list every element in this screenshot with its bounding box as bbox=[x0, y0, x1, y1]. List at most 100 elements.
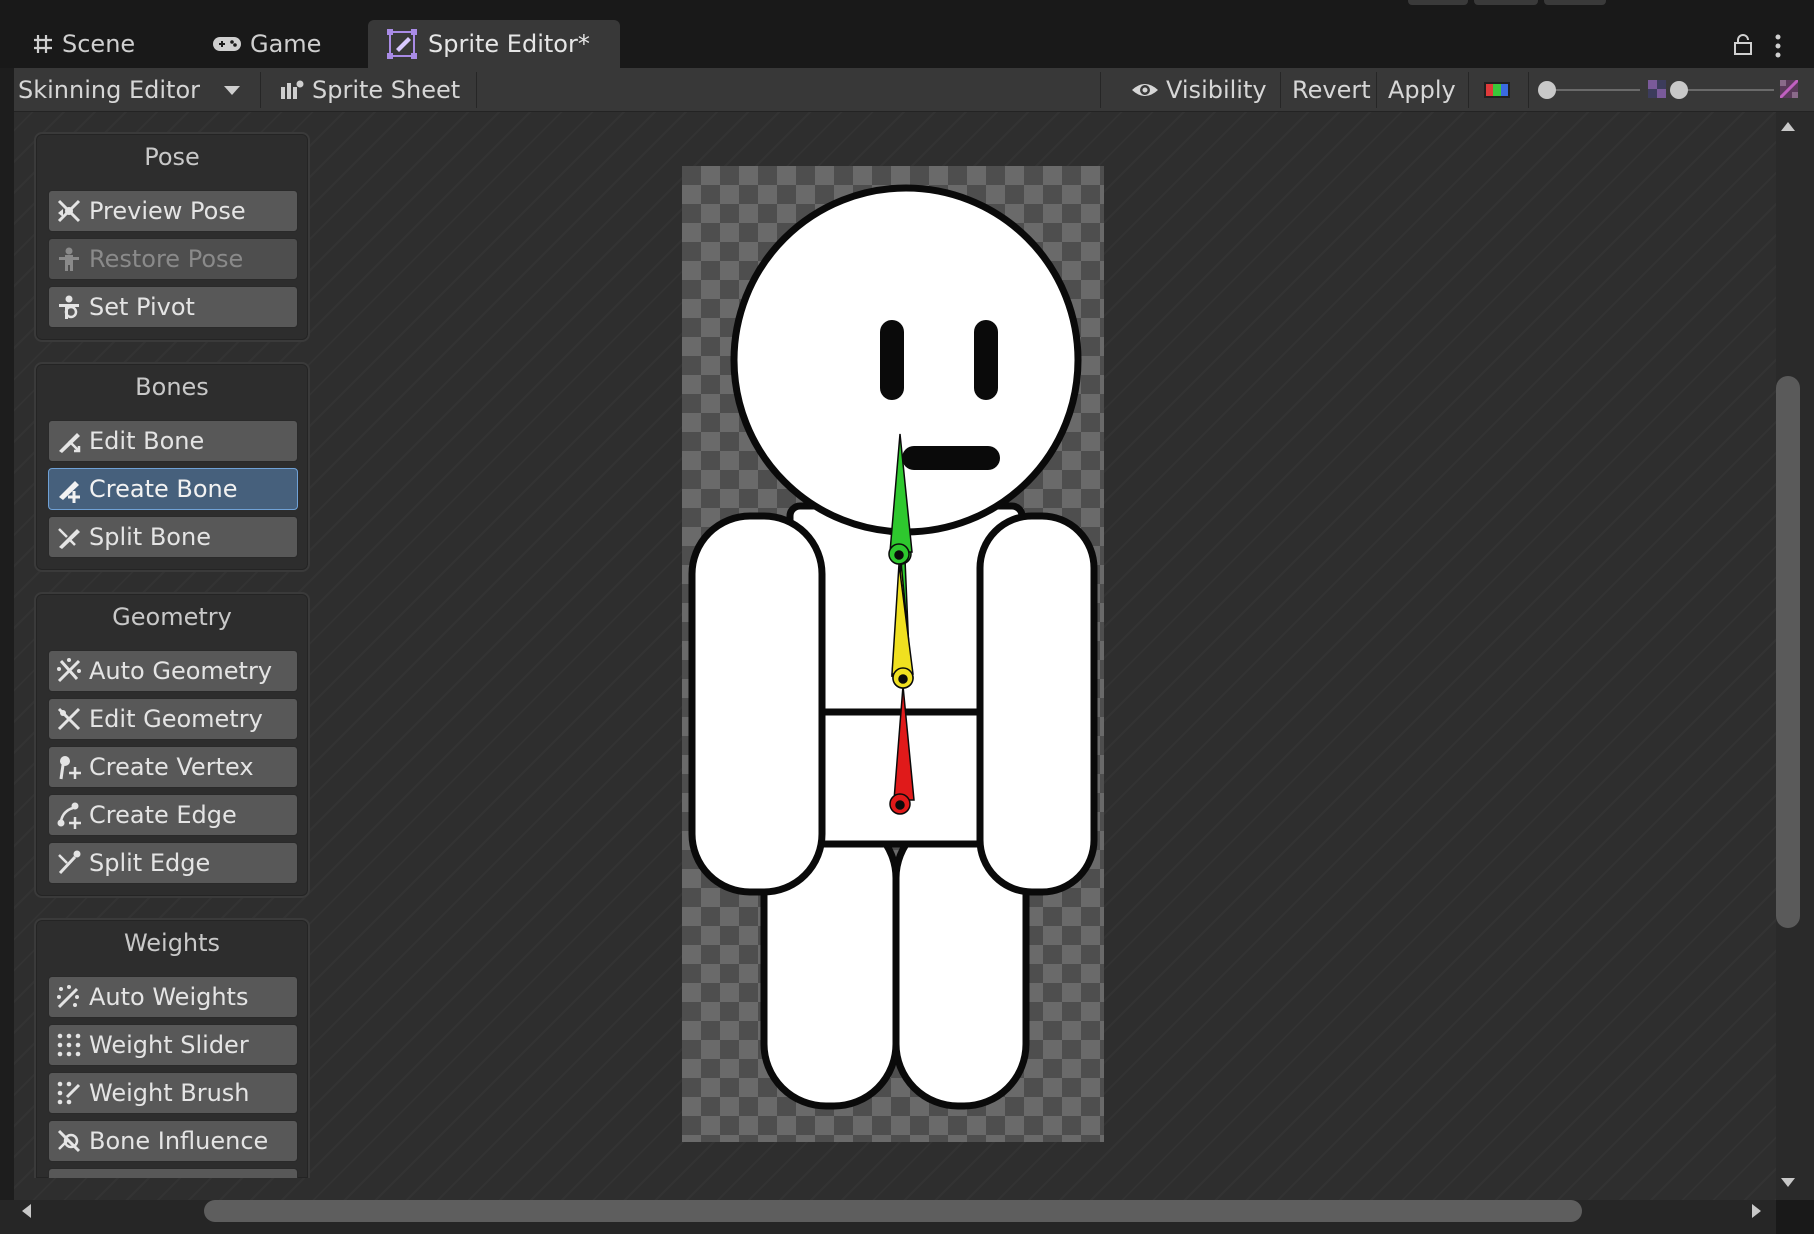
restore-pose-icon bbox=[59, 247, 79, 271]
toolbar-divider bbox=[476, 72, 477, 108]
button-label: Split Bone bbox=[89, 523, 211, 551]
button-label: Create Edge bbox=[89, 801, 237, 829]
gamepad-icon bbox=[213, 37, 241, 51]
geometry-panel-title: Geometry bbox=[112, 603, 232, 631]
bones-panel-title: Bones bbox=[135, 373, 209, 401]
sprite-editor-icon bbox=[387, 29, 417, 59]
horizontal-scrollbar[interactable] bbox=[0, 1200, 1776, 1234]
lock-icon[interactable] bbox=[1733, 34, 1753, 56]
button-label: Set Pivot bbox=[89, 293, 195, 321]
button-label: Create Bone bbox=[89, 475, 238, 503]
weight-brush-button[interactable]: Weight Brush bbox=[48, 1072, 298, 1114]
transparency-icon bbox=[1780, 80, 1798, 98]
bone-joint bbox=[898, 674, 908, 684]
split-edge-button[interactable]: Split Edge bbox=[48, 842, 298, 884]
auto-geometry-icon bbox=[57, 658, 81, 683]
auto-weights-icon bbox=[57, 985, 79, 1009]
top-handle bbox=[1474, 0, 1538, 5]
partial-tool-button[interactable] bbox=[48, 1168, 298, 1178]
window-edge bbox=[0, 68, 14, 1234]
bone-influence-button[interactable]: Bone Influence bbox=[48, 1120, 298, 1162]
tab-label: Sprite Editor* bbox=[428, 30, 590, 58]
set-pivot-icon bbox=[59, 295, 79, 319]
editor-tab-bar: Scene Game Sprite Editor* bbox=[0, 0, 1814, 68]
split-edge-icon bbox=[58, 850, 81, 875]
tab-sprite-editor[interactable]: Sprite Editor* bbox=[368, 20, 620, 68]
create-edge-button[interactable]: Create Edge bbox=[48, 794, 298, 836]
button-label: Create Vertex bbox=[89, 753, 254, 781]
sprite-preview[interactable] bbox=[682, 166, 1104, 1142]
toolbar-divider bbox=[260, 72, 261, 108]
split-bone-icon bbox=[58, 528, 80, 549]
edit-geometry-icon bbox=[57, 707, 81, 731]
edit-bone-button[interactable]: Edit Bone bbox=[48, 420, 298, 462]
editor-mode-dropdown[interactable]: Skinning Editor bbox=[14, 68, 244, 112]
bone-influence-icon bbox=[57, 1129, 81, 1153]
editor-mode-value: Skinning Editor bbox=[18, 76, 200, 104]
color-mode-button[interactable] bbox=[1484, 68, 1510, 112]
visibility-button[interactable]: Visibility bbox=[1130, 68, 1267, 112]
sprite-editor-toolbar: Skinning Editor Sprite Sheet Visibility … bbox=[0, 68, 1814, 112]
left-arm bbox=[688, 512, 826, 896]
button-label: Bone Influence bbox=[89, 1127, 269, 1155]
create-bone-icon bbox=[59, 481, 80, 503]
vertical-scroll-thumb[interactable] bbox=[1776, 376, 1800, 928]
scroll-up-icon[interactable] bbox=[1781, 122, 1795, 131]
pose-panel-title: Pose bbox=[144, 143, 200, 171]
button-label: Split Edge bbox=[89, 849, 211, 877]
split-bone-button[interactable]: Split Bone bbox=[48, 516, 298, 558]
toolbar-divider bbox=[1280, 72, 1281, 108]
vertical-scrollbar[interactable] bbox=[1776, 112, 1814, 1200]
create-vertex-button[interactable]: Create Vertex bbox=[48, 746, 298, 788]
geometry-panel: Geometry Auto Geometry Edit Geometry Cre… bbox=[34, 592, 310, 898]
bone-joint bbox=[894, 550, 904, 560]
right-arm bbox=[976, 512, 1098, 896]
pose-panel: Pose Preview Pose Restore Pose Set Pivot bbox=[34, 132, 310, 342]
apply-label: Apply bbox=[1388, 76, 1456, 104]
brush-size-slider[interactable] bbox=[1538, 68, 1642, 112]
preview-pose-icon bbox=[57, 199, 81, 223]
slider-track bbox=[1542, 89, 1640, 91]
slider-track bbox=[1674, 89, 1774, 91]
tab-scene[interactable]: Scene bbox=[20, 20, 180, 68]
weights-panel-title: Weights bbox=[123, 929, 221, 957]
toolbar-divider bbox=[1528, 72, 1529, 108]
button-label: Weight Slider bbox=[89, 1031, 249, 1059]
bones-panel: Bones Edit Bone Create Bone Split Bone bbox=[34, 362, 310, 572]
button-label: Restore Pose bbox=[89, 245, 244, 273]
scroll-right-icon[interactable] bbox=[1752, 1204, 1761, 1218]
rgb-color-icon bbox=[1484, 82, 1510, 98]
revert-button[interactable]: Revert bbox=[1292, 68, 1371, 112]
tab-label: Scene bbox=[62, 30, 136, 58]
button-label: Auto Geometry bbox=[89, 657, 273, 685]
auto-geometry-button[interactable]: Auto Geometry bbox=[48, 650, 298, 692]
button-label: Preview Pose bbox=[89, 197, 246, 225]
apply-button[interactable]: Apply bbox=[1388, 68, 1456, 112]
alpha-slider[interactable] bbox=[1670, 68, 1776, 112]
chevron-down-icon bbox=[224, 86, 240, 95]
more-options-icon[interactable] bbox=[1774, 34, 1782, 58]
slider-knob[interactable] bbox=[1538, 81, 1556, 99]
button-label: Weight Brush bbox=[89, 1079, 250, 1107]
preview-pose-button[interactable]: Preview Pose bbox=[48, 190, 298, 232]
create-bone-button[interactable]: Create Bone bbox=[48, 468, 298, 510]
sprite-sheet-button[interactable]: Sprite Sheet bbox=[280, 68, 460, 112]
slider-knob[interactable] bbox=[1670, 81, 1688, 99]
edit-geometry-button[interactable]: Edit Geometry bbox=[48, 698, 298, 740]
horizontal-scroll-thumb[interactable] bbox=[204, 1200, 1582, 1222]
toolbar-divider bbox=[1376, 72, 1377, 108]
tab-game[interactable]: Game bbox=[200, 20, 360, 68]
auto-weights-button[interactable]: Auto Weights bbox=[48, 976, 298, 1018]
button-label: Auto Weights bbox=[89, 983, 249, 1011]
set-pivot-button[interactable]: Set Pivot bbox=[48, 286, 298, 328]
restore-pose-button[interactable]: Restore Pose bbox=[48, 238, 298, 280]
weight-slider-button[interactable]: Weight Slider bbox=[48, 1024, 298, 1066]
weight-slider-icon bbox=[57, 1033, 81, 1057]
revert-label: Revert bbox=[1292, 76, 1371, 104]
top-handle bbox=[1408, 0, 1468, 5]
scroll-down-icon[interactable] bbox=[1781, 1178, 1795, 1187]
checker-icon bbox=[1648, 80, 1666, 98]
sprite-sheet-icon bbox=[281, 80, 304, 99]
scroll-left-icon[interactable] bbox=[22, 1204, 31, 1218]
tab-label: Game bbox=[250, 30, 322, 58]
